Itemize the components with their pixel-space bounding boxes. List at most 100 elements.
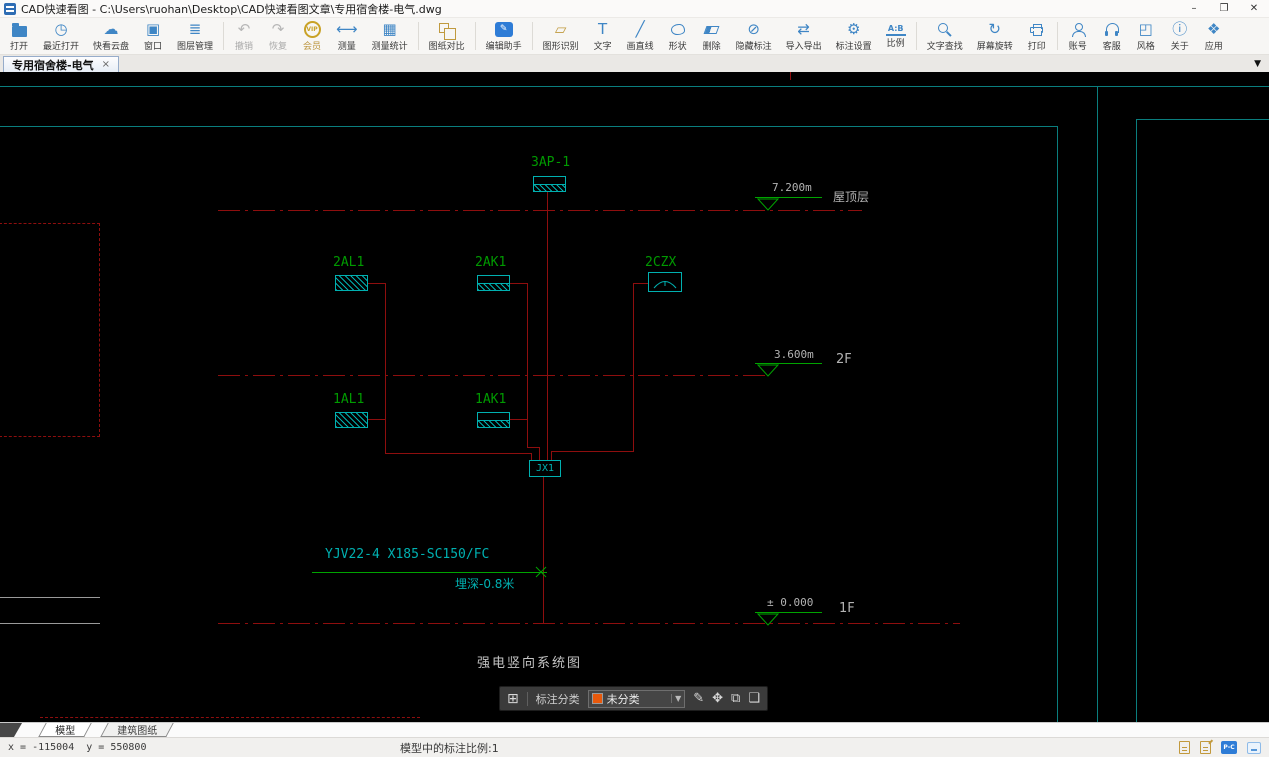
toolbar-button-screen-rotate[interactable]: ↻屏幕旋转 (970, 18, 1020, 54)
toolbar-button-edit-assistant[interactable]: ✎编辑助手 (479, 18, 529, 54)
document-tab-bar: 专用宿舍楼-电气 × ▼ (0, 55, 1269, 72)
tab-model[interactable]: 模型 (38, 723, 91, 737)
move-annotation-icon[interactable]: ✥ (712, 691, 723, 706)
document-tab-label: 专用宿舍楼-电气 (12, 57, 94, 73)
panel-box-3ap1 (533, 176, 566, 192)
support-headset-icon (1102, 20, 1122, 39)
toolbar-button-import-export[interactable]: ⇄导入导出 (779, 18, 829, 54)
edit-annotation-icon[interactable]: ✎ (693, 691, 704, 706)
toolbar-button-support[interactable]: 客服 (1095, 18, 1129, 54)
elevation-triangle (757, 613, 779, 626)
maximize-button[interactable]: ❐ (1209, 0, 1239, 17)
annotation-grid-icon[interactable]: ⊞ (507, 691, 519, 707)
toolbar-button-drawing-compare[interactable]: 图纸对比 (422, 18, 472, 54)
cable-leader-line (312, 572, 547, 573)
annotation-toolbar: ⊞ 标注分类 未分类 ▼ ✎ ✥ ⧉ ❑ (499, 686, 768, 711)
wire (551, 451, 634, 452)
tab-architectural-drawing[interactable]: 建筑图纸 (100, 723, 173, 737)
elevation-value-2f: 3.600m (774, 348, 814, 361)
display-toggle-icon[interactable] (1247, 742, 1261, 754)
panel-box-2ak1 (477, 275, 510, 291)
sheet-frame-line (1136, 119, 1137, 722)
print-icon (1027, 20, 1047, 39)
panel-label-2ak1: 2AK1 (475, 255, 506, 270)
toolbar-button-account[interactable]: 账号 (1061, 18, 1095, 54)
toolbar-button-apps[interactable]: ❖应用 (1197, 18, 1231, 54)
toolbar-button-measure[interactable]: ⟷测量 (329, 18, 365, 54)
category-value: 未分类 (607, 691, 667, 707)
drawing-title: 强电竖向系统图 (477, 652, 582, 671)
wire (790, 72, 791, 80)
pdf-export-icon[interactable] (1179, 741, 1190, 754)
vip-icon: VIP (302, 20, 322, 39)
sheet-frame-line (1136, 119, 1269, 120)
toolbar-button-about[interactable]: ⓘ关于 (1163, 18, 1197, 54)
panel-label-2al1: 2AL1 (333, 255, 364, 270)
redo-icon: ↷ (268, 20, 288, 39)
window-title: CAD快速看图 - C:\Users\ruohan\Desktop\CAD快速看… (21, 1, 442, 17)
tab-overflow-caret-icon[interactable]: ▼ (1254, 59, 1261, 69)
meter-symbol (649, 273, 681, 291)
minimize-button[interactable]: – (1179, 0, 1209, 17)
toolbar-button-redo[interactable]: ↷恢复 (261, 18, 295, 54)
toolbar-button-text[interactable]: T文字 (586, 18, 620, 54)
text-icon: T (593, 20, 613, 39)
floor-name-2f: 2F (836, 352, 852, 367)
toolbar-button-open[interactable]: 打开 (2, 18, 36, 54)
bury-depth-label: 埋深-0.8米 (455, 575, 514, 592)
toolbar-button-annotation-settings[interactable]: ⚙标注设置 (829, 18, 879, 54)
category-dropdown[interactable]: 未分类 ▼ (588, 690, 686, 708)
dashed-outline (0, 223, 100, 437)
window-titlebar: CAD快速看图 - C:\Users\ruohan\Desktop\CAD快速看… (0, 0, 1269, 18)
toolbar-button-delete[interactable]: 删除 (695, 18, 729, 54)
toolbar-button-style[interactable]: ◰风格 (1129, 18, 1163, 54)
drawing-canvas[interactable]: 7.200m 屋顶层 3.600m 2F ± 0.000 1F 3AP-1 2A… (0, 72, 1269, 722)
gray-line (0, 597, 100, 598)
copy-annotation-icon[interactable]: ⧉ (731, 691, 740, 706)
measure-ruler-icon: ⟷ (336, 20, 358, 39)
wire (510, 419, 527, 420)
toolbar-button-scale[interactable]: A:B比例 (879, 18, 913, 54)
toolbar-button-shapes[interactable]: 形状 (661, 18, 695, 54)
toolbar-button-print[interactable]: 打印 (1020, 18, 1054, 54)
toolbar-button-vip[interactable]: VIP会员 (295, 18, 329, 54)
toolbar-button-draw-line[interactable]: ╱画直线 (620, 18, 661, 54)
annotation-category-label: 标注分类 (536, 691, 580, 707)
edit-assistant-icon: ✎ (494, 20, 514, 39)
toolbar-button-cloud-disk[interactable]: ☁快看云盘 (86, 18, 136, 54)
riser-wire (547, 192, 548, 460)
wire (368, 283, 385, 284)
wire (368, 419, 385, 420)
cursor-coordinates: x = -115004 y = 550800 (8, 742, 146, 753)
sheet-frame-line (0, 86, 1269, 87)
toolbar-button-window[interactable]: ▣窗口 (136, 18, 170, 54)
floor-name-roof: 屋顶层 (833, 188, 869, 205)
toolbar-button-measure-stats[interactable]: ▦测量统计 (365, 18, 415, 54)
pdf-to-cad-icon[interactable]: P-C (1221, 741, 1237, 754)
paste-annotation-icon[interactable]: ❑ (748, 691, 760, 706)
about-icon: ⓘ (1170, 20, 1190, 39)
toolbar-button-undo[interactable]: ↶撤销 (227, 18, 261, 54)
panel-box-1ak1 (477, 412, 510, 428)
toolbar-button-hide-annotations[interactable]: ⊘隐藏标注 (729, 18, 779, 54)
shapes-icon (668, 20, 688, 39)
chevron-down-icon[interactable]: ▼ (671, 694, 681, 703)
recent-clock-icon: ◷ (51, 20, 71, 39)
toolbar-separator (916, 22, 917, 50)
tab-close-icon[interactable]: × (102, 59, 110, 70)
app-logo-icon (4, 3, 16, 15)
toolbar-button-layer-manager[interactable]: ≣图层管理 (170, 18, 220, 54)
toolbar-button-recent-open[interactable]: ◷最近打开 (36, 18, 86, 54)
gray-line (0, 623, 100, 624)
panel-label-1al1: 1AL1 (333, 392, 364, 407)
close-button[interactable]: ✕ (1239, 0, 1269, 17)
share-export-icon[interactable] (1200, 741, 1211, 754)
panel-box-1al1 (335, 412, 368, 428)
toolbar-button-text-search[interactable]: 文字查找 (920, 18, 970, 54)
apps-icon: ❖ (1204, 20, 1224, 39)
document-tab[interactable]: 专用宿舍楼-电气 × (3, 56, 119, 72)
floor-name-1f: 1F (839, 601, 855, 616)
status-bar: x = -115004 y = 550800 模型中的标注比例:1 P-C (0, 737, 1269, 757)
toolbar-button-shape-recognition[interactable]: ▱图形识别 (536, 18, 586, 54)
dashed-outline (40, 717, 420, 718)
